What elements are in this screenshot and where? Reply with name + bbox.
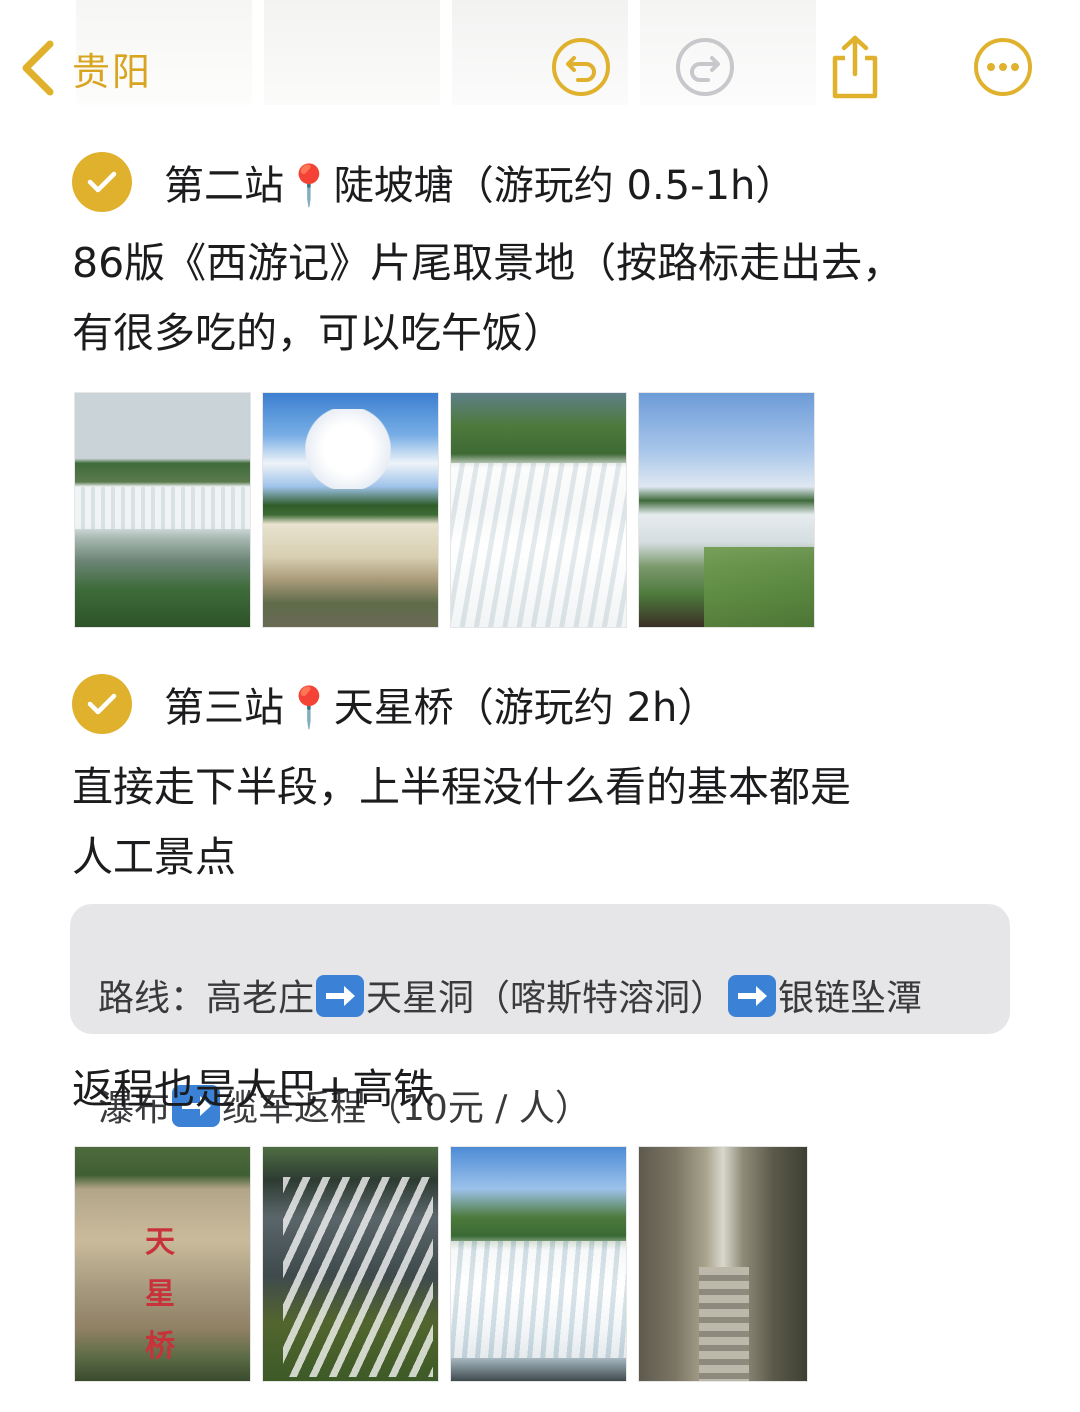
redo-icon [676, 38, 734, 96]
waterfall-photo-2[interactable] [262, 392, 439, 628]
undo-button[interactable] [548, 34, 614, 100]
section3-body: 直接走下半段，上半程没什么看的基本都是 人工景点 [72, 763, 851, 881]
waterfall-photo-3[interactable] [450, 392, 627, 628]
undo-icon [552, 38, 610, 96]
nav-bar: 贵阳 [0, 0, 1080, 130]
right-arrow-icon [728, 975, 777, 1017]
waterfall-photo-1[interactable] [74, 392, 251, 628]
route-line1-part1: 路线：高老庄 [98, 978, 315, 1019]
waterfall-basin-photo[interactable] [450, 1146, 627, 1382]
checklist-checkbox[interactable] [72, 674, 132, 734]
share-icon [832, 35, 878, 99]
photo-row-2: 天星桥 [74, 1146, 808, 1382]
waterfall-photo-4[interactable] [638, 392, 815, 628]
route-block: 路线：高老庄 天星洞（喀斯特溶洞） 银链坠潭 瀑布 缆车返程（10元 / 人） [70, 904, 1010, 1129]
route-line1-part3: 银链坠潭 [778, 978, 923, 1019]
checklist-checkbox[interactable] [72, 152, 132, 212]
share-button[interactable] [822, 34, 888, 100]
tianxingqiao-cliff-photo[interactable]: 天星桥 [74, 1146, 251, 1382]
return-note: 返程也是大巴+高铁 [72, 1065, 435, 1113]
section2-heading: 第二站📍陡坡塘（游玩约 0.5-1h） [72, 152, 795, 212]
faded-photo-strip [264, 0, 440, 105]
silver-chain-falls-photo[interactable] [262, 1146, 439, 1382]
section2-title: 第二站📍陡坡塘（游玩约 0.5-1h） [164, 163, 796, 209]
section3-title: 第三站📍天星桥（游玩约 2h） [164, 685, 718, 731]
cliff-inscription: 天星桥 [145, 1225, 175, 1364]
route-line1-part2: 天星洞（喀斯特溶洞） [366, 978, 727, 1019]
more-button[interactable] [970, 34, 1036, 100]
checkmark-icon [87, 693, 117, 715]
section3-heading: 第三站📍天星桥（游玩约 2h） [72, 674, 717, 734]
back-button[interactable]: 贵阳 [20, 38, 152, 98]
chevron-left-icon [22, 40, 54, 96]
checkmark-icon [87, 171, 117, 193]
back-label: 贵阳 [72, 49, 153, 94]
photo-row-1 [74, 392, 815, 628]
stone-path-photo[interactable] [638, 1146, 808, 1382]
redo-button[interactable] [672, 34, 738, 100]
more-icon [974, 38, 1032, 96]
section2-body: 86版《西游记》片尾取景地（按路标走出去， 有很多吃的，可以吃午饭） [72, 239, 904, 357]
right-arrow-icon [316, 975, 365, 1017]
